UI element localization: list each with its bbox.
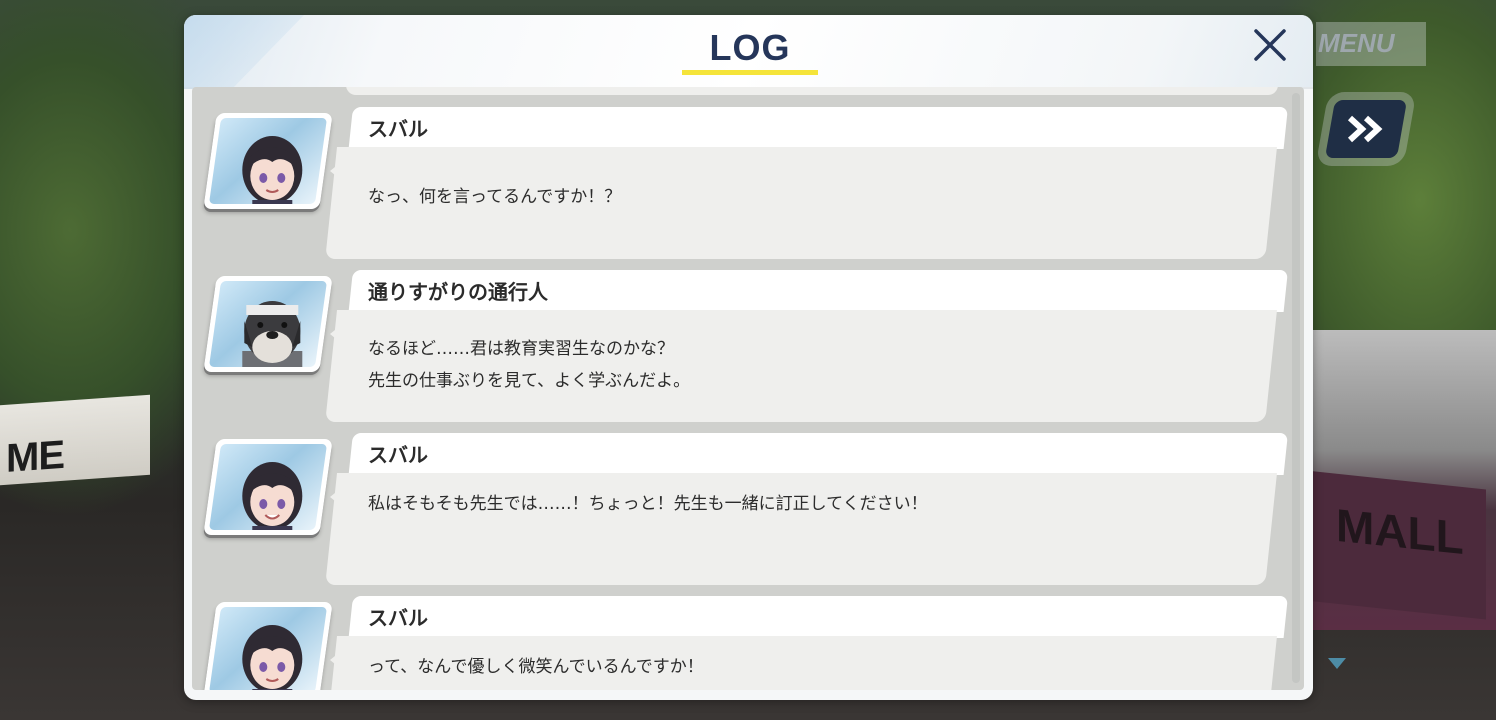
speaker-name: 通りすがりの通行人 xyxy=(368,280,548,304)
close-button[interactable] xyxy=(1250,25,1290,65)
log-header: LOG xyxy=(184,15,1313,89)
background-mall-sign: MALL xyxy=(1306,470,1486,620)
bubble-tail xyxy=(330,163,340,179)
next-arrow-icon xyxy=(1328,658,1346,669)
speaker-name: スバル xyxy=(368,606,428,630)
dialogue-line: 先生の仕事ぶりを見て、よく学ぶんだよ。 xyxy=(368,371,691,391)
log-entry: スバル 私はそもそも先生では……！ちょっと！先生も一緒に訂正してください！ xyxy=(192,433,1292,589)
log-list[interactable]: スバル なっ、何を言ってるんですか！？ 通りすがりの通行人 なるほど……君は教育… xyxy=(192,87,1304,690)
log-entry: スバル なっ、何を言ってるんですか！？ xyxy=(192,107,1292,263)
background-sign: ME xyxy=(0,394,150,486)
dialogue-line: なるほど……君は教育実習生なのかな？ xyxy=(368,339,674,359)
log-scrollbar[interactable] xyxy=(1292,93,1300,683)
log-panel: LOG スバル なっ、何を言ってるんですか！？ 通りすがりの通行人 なるほど……… xyxy=(184,15,1313,700)
log-entry: 通りすがりの通行人 なるほど……君は教育実習生なのかな？ 先生の仕事ぶりを見て、… xyxy=(192,270,1292,426)
dialogue-line: 私はそもそも先生では……！ちょっと！先生も一緒に訂正してください！ xyxy=(368,494,928,514)
log-entry: スバル って、なんで優しく微笑んでいるんですか！ xyxy=(192,596,1292,690)
background-sign-text: ME xyxy=(6,432,64,481)
speaker-name: スバル xyxy=(368,443,428,467)
bubble-tail xyxy=(330,489,340,505)
header-decoration xyxy=(184,15,304,89)
speaker-avatar xyxy=(203,113,333,209)
speaker-avatar xyxy=(203,602,333,690)
speaker-avatar xyxy=(203,276,333,372)
skip-button[interactable] xyxy=(1324,100,1408,158)
log-title: LOG xyxy=(709,27,791,68)
speaker-name-bar xyxy=(348,107,1288,149)
menu-button[interactable]: MENU xyxy=(1316,22,1426,66)
bubble-tail xyxy=(330,652,340,668)
speaker-name: スバル xyxy=(368,117,428,141)
title-underline xyxy=(682,70,818,75)
previous-entry-edge xyxy=(346,87,1278,95)
bubble-tail xyxy=(330,326,340,342)
dialogue-line: なっ、何を言ってるんですか！？ xyxy=(368,187,622,207)
speaker-name-bar xyxy=(348,596,1288,638)
fast-forward-icon xyxy=(1347,115,1383,143)
dialogue-line: って、なんで優しく微笑んでいるんですか！ xyxy=(368,657,704,677)
speaker-avatar xyxy=(203,439,333,535)
speaker-name-bar xyxy=(348,433,1288,475)
close-icon xyxy=(1254,29,1286,61)
